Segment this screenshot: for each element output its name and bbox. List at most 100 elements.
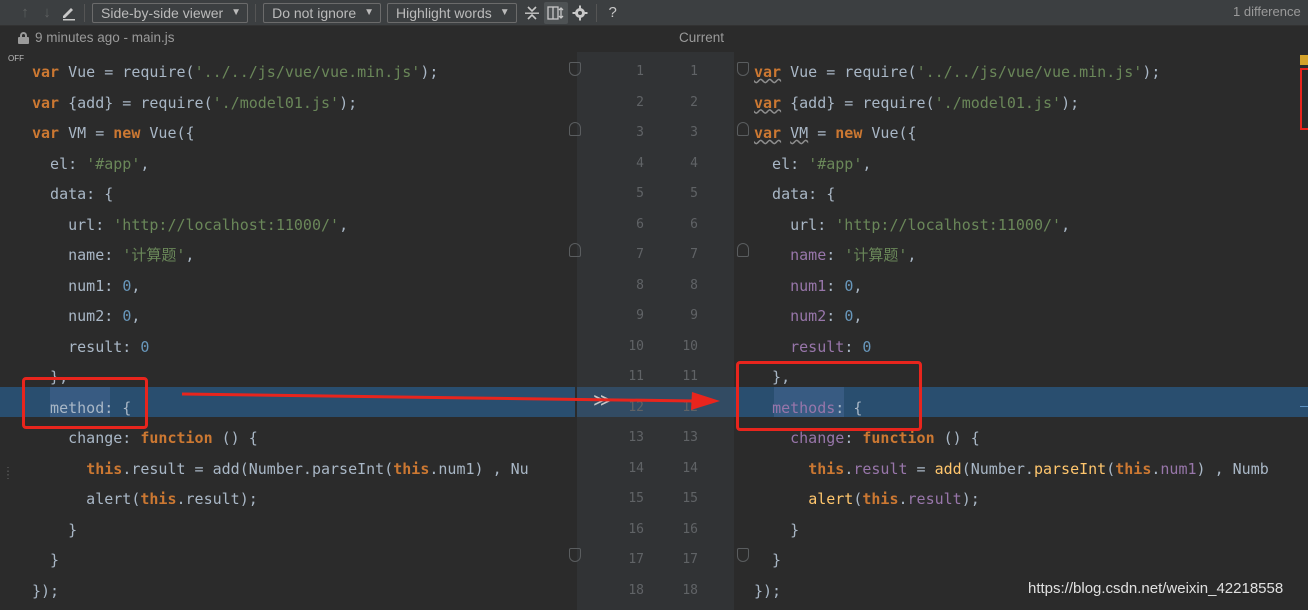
lock-icon xyxy=(18,31,29,44)
help-icon[interactable]: ? xyxy=(601,2,625,24)
right-code-line[interactable]: } xyxy=(754,515,799,545)
fold-marker-icon[interactable] xyxy=(737,243,749,257)
right-code-line[interactable]: name: '计算题', xyxy=(754,240,916,270)
ignore-mode-dropdown[interactable]: Do not ignore ▼ xyxy=(263,2,382,23)
right-line-number: 6 xyxy=(690,216,698,232)
code-token: 0 xyxy=(122,307,132,325)
right-code-line[interactable]: var VM = new Vue({ xyxy=(754,118,917,148)
left-code-line[interactable]: name: '计算题', xyxy=(32,240,194,270)
code-token: el: xyxy=(754,154,809,173)
right-code-line[interactable]: num2: 0, xyxy=(754,301,862,331)
code-token: ) , Numb xyxy=(1196,459,1269,478)
code-token: './model01.js' xyxy=(934,93,1062,112)
code-token: 0 xyxy=(122,276,132,295)
right-line-number: 14 xyxy=(682,460,698,476)
code-token: } xyxy=(754,551,782,569)
code-token: num1 xyxy=(790,276,827,295)
right-line-number: 10 xyxy=(682,338,698,354)
code-token: var xyxy=(754,93,782,112)
code-token: name xyxy=(790,246,827,264)
left-code-line[interactable]: this.result = add(Number.parseInt(this.n… xyxy=(32,454,529,484)
right-code-line[interactable]: el: '#app', xyxy=(754,149,871,179)
left-code-line[interactable]: var VM = new Vue({ xyxy=(32,118,195,148)
right-code-line[interactable]: url: 'http://localhost:11000/', xyxy=(754,210,1070,240)
right-code-line[interactable]: num1: 0, xyxy=(754,271,862,301)
code-token: 0 xyxy=(140,337,150,356)
code-token: VM = xyxy=(59,124,114,142)
left-code-line[interactable]: } xyxy=(32,515,77,545)
right-editor-pane[interactable]: var Vue = require('../../js/vue/vue.min.… xyxy=(734,52,1308,610)
fold-marker-icon[interactable] xyxy=(737,62,749,76)
left-code-line[interactable]: }); xyxy=(32,576,59,606)
left-code-line[interactable]: var {add} = require('./model01.js'); xyxy=(32,88,357,118)
left-code-line[interactable]: var Vue = require('../../js/vue/vue.min.… xyxy=(32,57,438,87)
annotation-arrow xyxy=(181,392,720,410)
left-line-number: 8 xyxy=(636,277,644,293)
chevron-down-icon: ▼ xyxy=(364,7,375,18)
right-code-line[interactable]: var Vue = require('../../js/vue/vue.min.… xyxy=(754,57,1160,87)
code-token: 'http://localhost:11000/' xyxy=(113,215,340,234)
code-token: '#app' xyxy=(808,154,863,173)
right-code-line[interactable]: }); xyxy=(754,576,781,606)
code-token: : xyxy=(826,246,845,264)
code-token: .num1) , Nu xyxy=(429,459,529,478)
left-code-line[interactable]: } xyxy=(32,545,59,575)
scrollbar-change-marker[interactable] xyxy=(1300,68,1308,130)
left-revision-label: 9 minutes ago - main.js xyxy=(18,30,175,45)
chevron-down-icon: ▼ xyxy=(231,7,242,18)
fold-marker-icon[interactable] xyxy=(569,548,581,562)
code-token: '../../js/vue/vue.min.js' xyxy=(916,63,1143,81)
right-line-number: 13 xyxy=(682,430,698,445)
left-code-line[interactable]: num1: 0, xyxy=(32,271,140,301)
left-code-line[interactable]: el: '#app', xyxy=(32,149,149,179)
left-code-line[interactable]: data: { xyxy=(32,179,113,209)
fold-marker-icon[interactable] xyxy=(737,548,749,562)
right-code-line[interactable]: var {add} = require('./model01.js'); xyxy=(754,88,1079,118)
highlight-mode-dropdown[interactable]: Highlight words ▼ xyxy=(387,2,517,23)
collapse-unchanged-icon[interactable] xyxy=(520,2,544,24)
left-code-line[interactable]: num2: 0, xyxy=(32,301,140,331)
code-token: , xyxy=(907,246,917,264)
code-token: '计算题' xyxy=(122,246,186,264)
right-code-line[interactable]: result: 0 xyxy=(754,332,871,362)
viewer-mode-dropdown[interactable]: Side-by-side viewer ▼ xyxy=(92,2,249,23)
code-token: ( xyxy=(1106,459,1116,478)
fold-marker-icon[interactable] xyxy=(569,122,581,136)
resize-handle[interactable]: ⋮ ⋮ xyxy=(3,467,13,481)
right-code-line[interactable]: data: { xyxy=(754,179,835,209)
fold-marker-icon[interactable] xyxy=(569,62,581,76)
code-token: } xyxy=(754,520,800,539)
fold-marker-icon[interactable] xyxy=(569,243,581,257)
code-token: = xyxy=(808,124,836,142)
left-editor-pane[interactable]: var Vue = require('../../js/vue/vue.min.… xyxy=(0,52,575,610)
scrollbar-change-marker[interactable] xyxy=(1300,55,1308,65)
left-line-number: 15 xyxy=(628,491,644,506)
code-token: result xyxy=(790,337,845,356)
annotation-box-left xyxy=(22,377,148,429)
left-code-line[interactable]: url: 'http://localhost:11000/', xyxy=(32,210,348,240)
code-token: , xyxy=(185,246,195,264)
left-line-number: 9 xyxy=(636,308,644,323)
left-code-line[interactable]: alert(this.result); xyxy=(32,484,258,514)
previous-difference-arrow-up-icon[interactable]: ↑ xyxy=(14,2,36,24)
right-line-number: 1 xyxy=(690,64,698,79)
edit-pencil-icon[interactable] xyxy=(58,2,80,24)
right-code-line[interactable]: this.result = add(Number.parseInt(this.n… xyxy=(754,454,1269,484)
right-code-line[interactable]: alert(this.result); xyxy=(754,484,980,514)
code-token: this xyxy=(140,490,177,508)
settings-gear-icon[interactable] xyxy=(568,2,592,24)
right-line-number: 17 xyxy=(682,552,698,567)
code-token: data: { xyxy=(32,185,114,203)
next-difference-arrow-down-icon[interactable]: ↓ xyxy=(36,2,58,24)
toolbar-separator xyxy=(595,3,597,22)
code-token: Vue = require( xyxy=(59,63,195,81)
ignore-mode-label: Do not ignore xyxy=(272,4,357,21)
sync-scroll-icon[interactable] xyxy=(543,1,568,24)
left-code-line[interactable]: result: 0 xyxy=(32,332,149,362)
scrollbar-current-marker xyxy=(1300,406,1308,407)
code-token: {add} = require( xyxy=(781,93,935,112)
right-code-line[interactable]: } xyxy=(754,545,781,575)
fold-marker-icon[interactable] xyxy=(737,122,749,136)
code-token: (Number. xyxy=(961,459,1034,478)
